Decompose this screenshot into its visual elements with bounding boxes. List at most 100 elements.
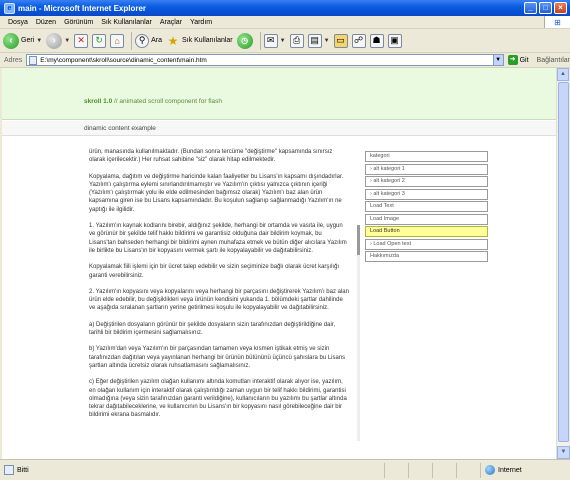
toolbar-divider <box>259 31 261 50</box>
favorites-button[interactable]: ★ Sık Kullanılanlar <box>166 34 233 48</box>
nav-item-load-image[interactable]: Load Image <box>365 213 488 225</box>
nav-item-alt-kategori-1[interactable]: › alt kategori 1 <box>365 163 488 175</box>
subheader-title: dinamic content example <box>84 125 156 132</box>
mail-button[interactable]: ✉ ▼ <box>263 33 286 48</box>
content-paragraph: Kopyalamak fiili işlemi için bir ücret t… <box>89 264 340 279</box>
research-icon: ☗ <box>369 33 384 48</box>
close-button[interactable]: × <box>554 2 567 14</box>
nav-item-alt-kategori-3[interactable]: › alt kategori 3 <box>365 188 488 200</box>
go-arrow-icon: ➜ <box>507 55 518 65</box>
minimize-button[interactable]: _ <box>524 2 537 14</box>
menu-tools[interactable]: Araçlar <box>156 19 186 26</box>
folder-icon: ▭ <box>333 33 348 48</box>
scroll-content: ürün, manasında kullanılmaktadır. (Bunda… <box>89 148 350 459</box>
messenger-button[interactable]: ☍ <box>351 33 366 48</box>
content-paragraph: 1. Yazılım'ın kaynak kodlarını birebir, … <box>89 223 347 254</box>
content-paragraph: 2. Yazılım'ın kopyasını veya kopyalarını… <box>89 288 349 312</box>
toolbar-divider <box>131 31 133 50</box>
home-icon: ⌂ <box>110 33 125 48</box>
stop-icon: ✕ <box>74 33 89 48</box>
menu-favorites[interactable]: Sık Kullanılanlar <box>97 19 156 26</box>
toolbar: ‹ Geri ▼ › ▼ ✕ ↻ ⌂ ⚲ Ara ★ Sık Kullanıla… <box>0 29 570 53</box>
status-bar: Bitti Internet <box>0 459 570 480</box>
nav-item-hakkimizda[interactable]: Hakkımızda <box>365 251 488 262</box>
nav-item-alt-kategori-2[interactable]: › alt kategori 2 <box>365 176 488 187</box>
back-button[interactable]: ‹ Geri ▼ <box>3 32 43 49</box>
nav-item-load-open-text[interactable]: › Load Open text <box>365 238 488 250</box>
history-button[interactable]: ◷ <box>236 32 253 49</box>
menu-edit[interactable]: Düzen <box>32 19 60 26</box>
back-label: Geri <box>21 37 35 44</box>
window-title: main - Microsoft Internet Explorer <box>18 3 147 13</box>
globe-icon <box>485 465 495 475</box>
browser-scrollbar[interactable]: ▲ ▼ <box>556 68 570 459</box>
chevron-down-icon: ▼ <box>323 37 330 44</box>
mail-icon: ✉ <box>263 33 278 48</box>
address-label: Adres <box>4 56 23 64</box>
nav-item-load-text[interactable]: Load Text <box>365 201 488 212</box>
content-paragraph: b) Yazılım'dan veya Yazılım'ın bir parça… <box>89 346 346 369</box>
go-button[interactable]: ➜ Git <box>507 55 529 65</box>
home-button[interactable]: ⌂ <box>110 33 125 48</box>
title-bar: e main - Microsoft Internet Explorer _ □… <box>0 0 570 16</box>
status-cell <box>432 462 456 478</box>
address-dropdown-button[interactable]: ▼ <box>493 54 504 66</box>
side-nav: kategori › alt kategori 1 › alt kategori… <box>365 151 488 264</box>
banner-tagline: // animated scroll component for flash <box>114 98 223 105</box>
links-button[interactable]: Bağlantılar <box>537 57 570 64</box>
page-subheader: dinamic content example <box>2 121 556 136</box>
content-paragraph: a) Değiştirilen dosyaların görünür bir ş… <box>89 321 336 337</box>
edit-icon: ▤ <box>307 33 322 48</box>
ie-icon: e <box>4 2 15 14</box>
banner-name: skroll 1.0 <box>84 98 113 105</box>
menu-help[interactable]: Yardım <box>186 19 216 26</box>
folder-button[interactable]: ▭ <box>333 33 348 48</box>
content-paragraph: c) Eğer değiştirilen yazılım olağan kull… <box>89 379 347 419</box>
chevron-down-icon: ▼ <box>36 37 43 44</box>
windows-logo-icon: ⊞ <box>544 16 570 28</box>
research-button[interactable]: ☗ <box>369 33 384 48</box>
stop-button[interactable]: ✕ <box>74 33 89 48</box>
address-input[interactable]: E:\my\component\skroll\source\dinamic_co… <box>26 54 494 66</box>
edit-button[interactable]: ▤ ▼ <box>307 33 330 48</box>
history-icon: ◷ <box>236 32 253 49</box>
browser-scroll-thumb[interactable] <box>558 82 569 442</box>
status-cell <box>408 462 432 478</box>
star-icon: ★ <box>167 33 179 48</box>
refresh-button[interactable]: ↻ <box>92 33 107 48</box>
security-zone: Internet <box>480 462 570 478</box>
status-text: Bitti <box>17 466 29 474</box>
go-label: Git <box>519 56 529 64</box>
messenger-icon: ☍ <box>351 33 366 48</box>
content-paragraph: ürün, manasında kullanılmaktadır. (Bunda… <box>89 149 333 164</box>
page-viewport: skroll 1.0 // animated scroll component … <box>2 68 556 459</box>
favorites-label: Sık Kullanılanlar <box>182 37 233 44</box>
address-value: E:\my\component\skroll\source\dinamic_co… <box>40 56 207 64</box>
forward-arrow-icon: › <box>46 32 63 49</box>
search-button[interactable]: ⚲ Ara <box>135 33 163 48</box>
zone-label: Internet <box>498 466 522 474</box>
banner-title: skroll 1.0 // animated scroll component … <box>84 98 222 105</box>
page-banner: skroll 1.0 // animated scroll component … <box>2 68 556 120</box>
page-done-icon <box>4 465 14 475</box>
chevron-down-icon: ▼ <box>279 37 286 44</box>
print-button[interactable]: ⎙ <box>289 33 304 48</box>
menu-bar: Dosya Düzen Görünüm Sık Kullanılanlar Ar… <box>0 16 570 29</box>
search-label: Ara <box>151 37 163 44</box>
discuss-button[interactable]: ▣ <box>387 33 402 48</box>
printer-icon: ⎙ <box>289 33 304 48</box>
search-icon: ⚲ <box>135 33 150 48</box>
scroll-up-button[interactable]: ▲ <box>557 68 569 81</box>
content-scrollbar[interactable] <box>357 225 360 441</box>
maximize-button[interactable]: □ <box>539 2 552 14</box>
menu-file[interactable]: Dosya <box>4 19 32 26</box>
address-bar: Adres E:\my\component\skroll\source\dina… <box>0 53 570 68</box>
menu-view[interactable]: Görünüm <box>60 19 97 26</box>
nav-item-kategori[interactable]: kategori <box>365 151 488 162</box>
forward-button[interactable]: › ▼ <box>46 32 70 49</box>
status-cell <box>384 462 408 478</box>
scroll-down-button[interactable]: ▼ <box>557 446 570 459</box>
page-icon <box>29 55 38 65</box>
content-scroll-thumb[interactable] <box>357 225 360 255</box>
nav-item-load-button[interactable]: Load Button <box>365 226 488 237</box>
